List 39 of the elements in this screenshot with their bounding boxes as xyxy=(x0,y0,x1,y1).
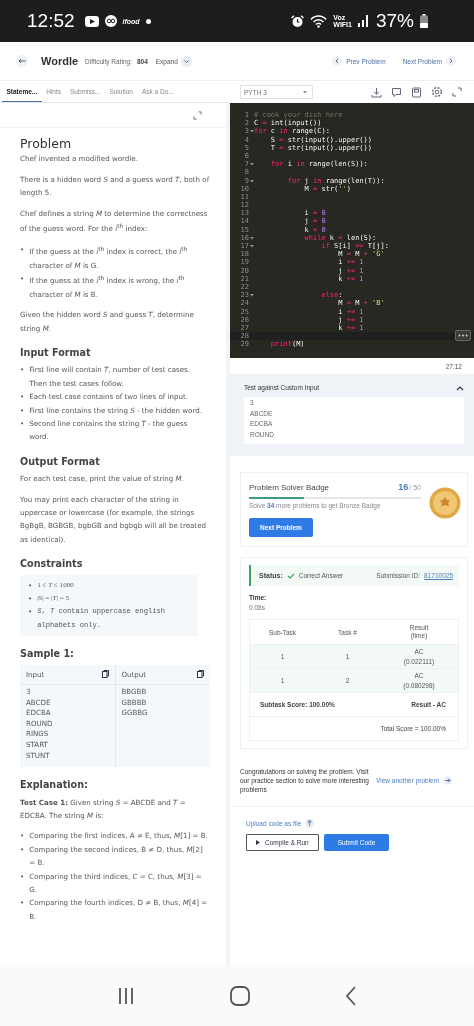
play-icon xyxy=(84,15,99,27)
signal-icon xyxy=(357,15,370,27)
upload-icon[interactable] xyxy=(305,819,315,828)
back-icon[interactable] xyxy=(344,985,357,1006)
section-heading: Output Format xyxy=(20,454,101,469)
check-icon xyxy=(286,572,295,579)
settings-icon[interactable] xyxy=(431,86,443,98)
download-icon[interactable] xyxy=(371,86,382,98)
battery-icon xyxy=(420,14,428,28)
glasses-icon xyxy=(104,15,117,27)
copy-icon[interactable] xyxy=(197,670,204,679)
chevron-left-icon[interactable] xyxy=(332,56,343,66)
arrow-right-icon[interactable] xyxy=(443,776,453,785)
home-icon[interactable] xyxy=(230,985,250,1006)
medal-icon xyxy=(429,487,461,519)
comment-icon[interactable] xyxy=(391,86,402,98)
dropdown-caret-icon[interactable] xyxy=(301,88,309,96)
code-editor[interactable] xyxy=(230,103,474,358)
wifi-icon xyxy=(310,14,328,28)
chevron-right-icon[interactable] xyxy=(446,56,456,66)
section-heading: Sample 1: xyxy=(20,647,75,661)
clock: 12:52 xyxy=(27,10,75,32)
dot-icon xyxy=(145,18,151,24)
problem-title: Wordle xyxy=(41,55,79,67)
copy-icon[interactable] xyxy=(101,670,109,679)
play-icon[interactable] xyxy=(256,840,260,845)
recent-apps-icon[interactable] xyxy=(117,986,136,1005)
more-button[interactable] xyxy=(455,330,471,342)
section-heading: Explanation: xyxy=(20,778,89,792)
section-heading: Input Format xyxy=(20,345,92,360)
badge-title: Problem Solver Badge xyxy=(249,483,330,492)
section-title: Problem xyxy=(20,137,73,151)
alarm-icon xyxy=(291,14,305,28)
more-icon[interactable] xyxy=(458,334,468,338)
collapse-icon[interactable] xyxy=(456,384,464,391)
save-icon[interactable] xyxy=(411,86,422,98)
battery-percent: 37% xyxy=(375,10,414,32)
badge-count: 16 xyxy=(398,482,409,492)
section-heading: Constraints xyxy=(20,557,84,571)
